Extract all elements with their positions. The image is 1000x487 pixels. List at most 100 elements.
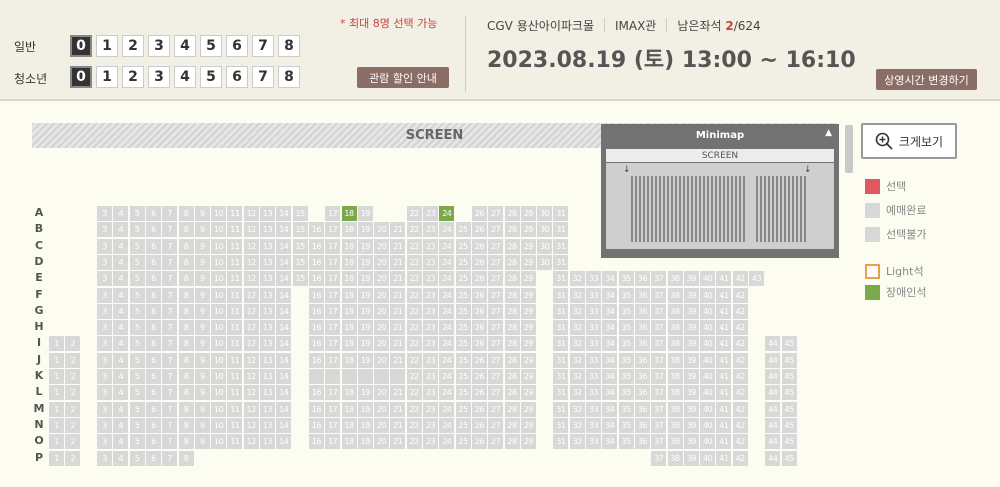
seat-J13[interactable]: 13 (260, 352, 275, 368)
seat-I22[interactable]: 22 (406, 336, 422, 352)
seat-P4[interactable]: 4 (113, 450, 129, 466)
seat-L6[interactable]: 6 (145, 385, 161, 401)
seat-J45[interactable]: 45 (781, 352, 797, 368)
seat-L38[interactable]: 38 (667, 385, 683, 401)
seat-N27[interactable]: 27 (488, 417, 504, 433)
minimap-collapse-icon[interactable]: ▲ (825, 128, 832, 138)
seat-L9[interactable]: 9 (194, 385, 210, 401)
minimap-seat-area[interactable]: ↓ ↓ (606, 163, 834, 249)
seat-H31[interactable]: 31 (553, 320, 569, 336)
seat-J20[interactable]: 20 (374, 352, 390, 368)
seat-O1[interactable]: 1 (49, 434, 64, 450)
seat-J26[interactable]: 26 (471, 352, 487, 368)
seat-N7[interactable]: 7 (162, 417, 178, 433)
seat-A13[interactable]: 13 (260, 206, 275, 221)
seat-F35[interactable]: 35 (618, 287, 634, 303)
seat-I19[interactable]: 19 (357, 336, 373, 352)
seat-J25[interactable]: 25 (455, 352, 471, 368)
seat-B5[interactable]: 5 (129, 222, 145, 238)
seat-O21[interactable]: 21 (390, 434, 406, 450)
seat-G26[interactable]: 26 (471, 303, 487, 319)
seat-C26[interactable]: 26 (471, 238, 487, 254)
seat-N32[interactable]: 32 (569, 417, 585, 433)
seat-O7[interactable]: 7 (162, 434, 178, 450)
seat-H20[interactable]: 20 (374, 320, 390, 336)
zoom-button[interactable]: 크게보기 (861, 123, 957, 159)
seat-I33[interactable]: 33 (586, 336, 601, 352)
seat-G9[interactable]: 9 (194, 303, 210, 319)
seat-I16[interactable]: 16 (308, 336, 324, 352)
seat-L11[interactable]: 11 (227, 385, 243, 401)
seat-F4[interactable]: 4 (113, 287, 129, 303)
seat-N20[interactable]: 20 (374, 417, 390, 433)
youth-count-4[interactable]: 4 (174, 66, 196, 88)
seat-A23[interactable]: 23 (423, 206, 438, 221)
seat-D27[interactable]: 27 (488, 254, 504, 270)
seat-G33[interactable]: 33 (586, 303, 601, 319)
seat-M34[interactable]: 34 (602, 401, 618, 417)
seat-A5[interactable]: 5 (129, 206, 145, 221)
seat-E35[interactable]: 35 (618, 271, 634, 287)
seat-B16[interactable]: 16 (308, 222, 324, 238)
seat-O16[interactable]: 16 (308, 434, 324, 450)
seat-G21[interactable]: 21 (390, 303, 406, 319)
seat-O31[interactable]: 31 (553, 434, 569, 450)
seat-K2[interactable]: 2 (65, 369, 81, 384)
seat-A11[interactable]: 11 (227, 206, 243, 221)
seat-E12[interactable]: 12 (243, 271, 259, 287)
seat-G42[interactable]: 42 (732, 303, 748, 319)
seat-M9[interactable]: 9 (194, 401, 210, 417)
seat-M1[interactable]: 1 (49, 401, 64, 417)
seat-I24[interactable]: 24 (439, 336, 455, 352)
seat-F16[interactable]: 16 (308, 287, 324, 303)
seat-K22[interactable]: 22 (406, 369, 422, 384)
seat-L16[interactable]: 16 (308, 385, 324, 401)
seat-M28[interactable]: 28 (504, 401, 520, 417)
seat-F12[interactable]: 12 (243, 287, 259, 303)
seat-I11[interactable]: 11 (227, 336, 243, 352)
seat-O38[interactable]: 38 (667, 434, 683, 450)
seat-K23[interactable]: 23 (423, 369, 438, 384)
seat-D8[interactable]: 8 (178, 254, 194, 270)
seat-B19[interactable]: 19 (357, 222, 373, 238)
seat-O3[interactable]: 3 (97, 434, 112, 450)
seat-C27[interactable]: 27 (488, 238, 504, 254)
seat-M7[interactable]: 7 (162, 401, 178, 417)
seat-H22[interactable]: 22 (406, 320, 422, 336)
seat-N38[interactable]: 38 (667, 417, 683, 433)
seat-E32[interactable]: 32 (569, 271, 585, 287)
seat-L34[interactable]: 34 (602, 385, 618, 401)
seat-N26[interactable]: 26 (471, 417, 487, 433)
seat-J17[interactable]: 17 (325, 352, 341, 368)
seat-M24[interactable]: 24 (439, 401, 455, 417)
seat-B29[interactable]: 29 (520, 222, 536, 238)
youth-count-2[interactable]: 2 (122, 66, 144, 88)
seat-L22[interactable]: 22 (406, 385, 422, 401)
seat-J11[interactable]: 11 (227, 352, 243, 368)
seat-P7[interactable]: 7 (162, 450, 178, 466)
seat-L31[interactable]: 31 (553, 385, 569, 401)
seat-J41[interactable]: 41 (716, 352, 732, 368)
seat-N19[interactable]: 19 (357, 417, 373, 433)
seat-C23[interactable]: 23 (423, 238, 438, 254)
seat-C7[interactable]: 7 (162, 238, 178, 254)
seat-I14[interactable]: 14 (276, 336, 292, 352)
seat-I3[interactable]: 3 (97, 336, 112, 352)
seat-M8[interactable]: 8 (178, 401, 194, 417)
seat-I42[interactable]: 42 (732, 336, 748, 352)
seat-F34[interactable]: 34 (602, 287, 618, 303)
seat-I41[interactable]: 41 (716, 336, 732, 352)
seat-G32[interactable]: 32 (569, 303, 585, 319)
seat-N44[interactable]: 44 (765, 417, 781, 433)
seat-B9[interactable]: 9 (194, 222, 210, 238)
seat-A9[interactable]: 9 (194, 206, 210, 221)
seat-B21[interactable]: 21 (390, 222, 406, 238)
seat-J29[interactable]: 29 (520, 352, 536, 368)
seat-O44[interactable]: 44 (765, 434, 781, 450)
seat-P6[interactable]: 6 (145, 450, 161, 466)
seat-N1[interactable]: 1 (49, 417, 64, 433)
seat-C22[interactable]: 22 (406, 238, 422, 254)
seat-A10[interactable]: 10 (211, 206, 227, 221)
seat-C12[interactable]: 12 (243, 238, 259, 254)
seat-L14[interactable]: 14 (276, 385, 292, 401)
